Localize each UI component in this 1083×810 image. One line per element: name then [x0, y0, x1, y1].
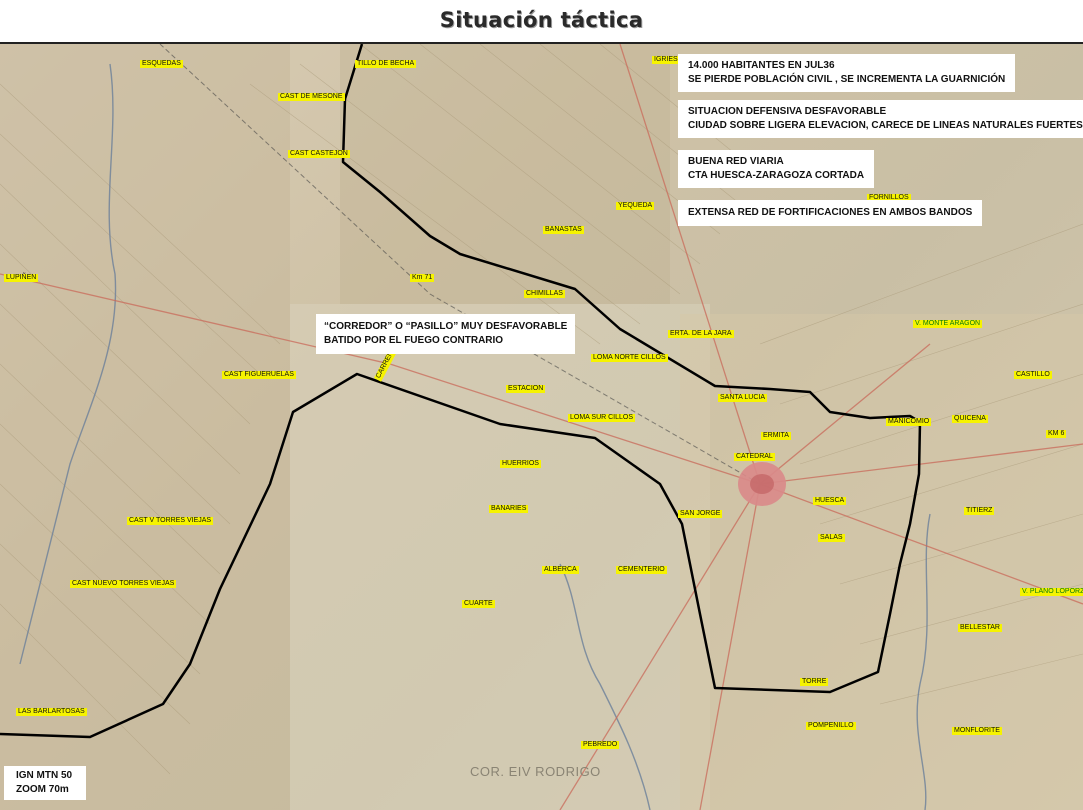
place-label: TILLO DE BECHA	[355, 60, 417, 68]
corridor-box-line: BATIDO POR EL FUEGO CONTRARIO	[324, 335, 504, 346]
place-label: CEMENTERIO	[616, 566, 667, 574]
huesca-center	[750, 474, 774, 494]
place-label: YEQUEDA	[616, 202, 655, 210]
place-label: CAST NUEVO TORRES VIEJAS	[70, 580, 177, 588]
info-box-fortifications: EXTENSA RED DE FORTIFICACIONES EN AMBOS …	[678, 200, 983, 226]
place-label: PEBREDO	[581, 741, 620, 749]
info-box-line: CIUDAD SOBRE LIGERA ELEVACION, CARECE DE…	[688, 120, 1083, 131]
place-label: CATEDRAL	[734, 453, 775, 461]
place-label: MONFLORITE	[952, 727, 1002, 735]
place-label: CAST FIGUERUELAS	[222, 371, 296, 379]
place-label: SANTA LUCIA	[718, 394, 767, 402]
info-box-population: 14.000 HABITANTES EN JUL36 SE PIERDE POB…	[678, 54, 1016, 92]
info-box-roads: BUENA RED VIARIA CTA HUESCA-ZARAGOZA COR…	[678, 150, 875, 188]
map-credit: COR. EIV RODRIGO	[470, 764, 601, 779]
place-label: ESQUEDAS	[140, 60, 183, 68]
place-label: V. MONTE ARAGON	[913, 320, 983, 328]
map-source-line: IGN MTN 50	[16, 770, 73, 781]
map-source-line: ZOOM 70m	[16, 784, 69, 795]
place-label: LOMA SUR CILLOS	[568, 414, 636, 422]
place-label: LOMA NORTE CILLOS	[591, 354, 668, 362]
info-box-line: SE PIERDE POBLACIÓN CIVIL , SE INCREMENT…	[688, 74, 1006, 85]
info-box-line: 14.000 HABITANTES EN JUL36	[688, 60, 835, 71]
page-title: Situación táctica	[439, 8, 644, 32]
place-label: SALAS	[818, 534, 845, 542]
place-label: BANARIES	[489, 505, 529, 513]
place-label: TITIERZ	[964, 507, 995, 515]
place-label: CAST DE MESONE	[278, 93, 345, 101]
place-label: POMPENILLO	[806, 722, 856, 730]
plain-area	[290, 304, 710, 810]
western-hills	[0, 44, 290, 810]
place-label: CAST V TORRES VIEJAS	[127, 517, 214, 525]
place-label: CHIMILLAS	[524, 290, 565, 298]
info-box-line: BUENA RED VIARIA	[688, 156, 784, 167]
info-box-line: EXTENSA RED DE FORTIFICACIONES EN AMBOS …	[688, 207, 973, 218]
place-label: QUICENA	[952, 415, 988, 423]
tactical-map: ESQUEDAS TILLO DE BECHA CAST DE MESONE C…	[0, 44, 1083, 810]
place-label: CUARTE	[462, 600, 495, 608]
info-box-line: SITUACION DEFENSIVA DESFAVORABLE	[688, 106, 887, 117]
map-source-box: IGN MTN 50 ZOOM 70m	[4, 766, 87, 800]
map-terrain	[0, 44, 1083, 810]
place-label: HUESCA	[813, 497, 847, 505]
northern-hills	[340, 44, 670, 304]
place-label: MANICOMIO	[886, 418, 932, 426]
place-label: IGRIES	[652, 56, 680, 64]
place-label: ERMITA	[761, 432, 791, 440]
place-label: CAST CASTEJON	[288, 150, 350, 158]
place-label: HUERRIOS	[500, 460, 541, 468]
place-label: LUPIÑEN	[4, 274, 39, 282]
place-label: ALBERCA	[542, 566, 579, 574]
place-label: BANASTAS	[543, 226, 584, 234]
place-label: TORRE	[800, 678, 829, 686]
place-label: V. PLANO LOPORZANO	[1020, 588, 1083, 596]
place-label: LAS BARLARTOSAS	[16, 708, 87, 716]
place-label: ERTA. DE LA JARA	[668, 330, 734, 338]
place-label: CASTILLO	[1014, 371, 1052, 379]
corridor-box-line: “CORREDOR” O “PASILLO” MUY DESFAVORABLE	[324, 321, 568, 332]
place-label: ESTACION	[506, 385, 546, 393]
corridor-box: “CORREDOR” O “PASILLO” MUY DESFAVORABLE …	[316, 314, 576, 354]
place-label: Km 71	[410, 274, 435, 282]
place-label: BELLESTAR	[958, 624, 1002, 632]
place-label: SAN JORGE	[678, 510, 723, 518]
place-label: KM 6	[1046, 430, 1067, 438]
info-box-line: CTA HUESCA-ZARAGOZA CORTADA	[688, 170, 865, 181]
info-box-defense: SITUACION DEFENSIVA DESFAVORABLE CIUDAD …	[678, 100, 1083, 138]
